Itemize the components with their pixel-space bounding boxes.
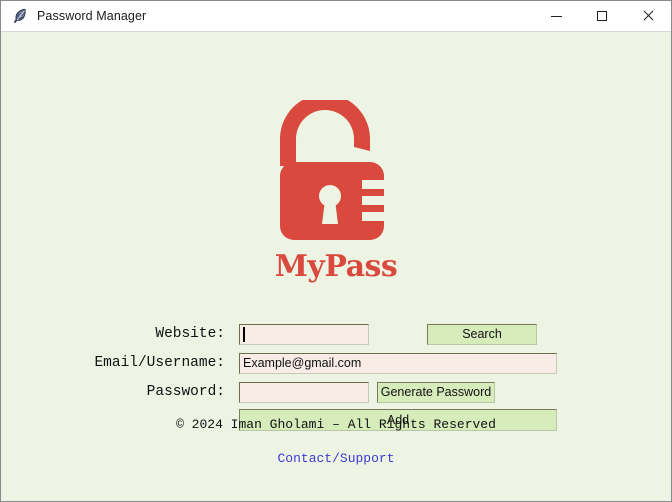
email-row: Email/Username: Example@gmail.com (43, 351, 591, 375)
client-area: MyPass Website: Search Email/Username: E… (1, 32, 671, 501)
feather-icon (11, 7, 29, 25)
title-bar: Password Manager (1, 1, 671, 32)
minimize-button[interactable] (533, 1, 579, 32)
text-caret (243, 326, 245, 342)
maximize-button[interactable] (579, 1, 625, 32)
website-label: Website: (155, 326, 225, 342)
generate-password-button[interactable]: Generate Password (377, 381, 495, 403)
open-padlock-icon (280, 100, 392, 250)
maximize-icon (597, 11, 607, 21)
logo-wordmark: MyPass (274, 249, 398, 284)
footer: © 2024 Iman Gholami – All Rights Reserve… (1, 417, 671, 467)
website-row: Website: Search (43, 322, 591, 346)
close-button[interactable] (625, 1, 671, 32)
window-controls (533, 1, 671, 32)
app-logo: MyPass (1, 100, 671, 282)
copyright-text: © 2024 Iman Gholami – All Rights Reserve… (176, 417, 496, 432)
contact-support-link[interactable]: Contact/Support (277, 451, 394, 466)
password-row: Password: Generate Password (43, 380, 591, 404)
minimize-icon (550, 15, 562, 17)
close-icon (642, 10, 654, 22)
window-title: Password Manager (37, 9, 147, 23)
search-button[interactable]: Search (427, 323, 537, 345)
application-window: Password Manager MyPass Website: Search … (0, 0, 672, 502)
email-input[interactable]: Example@gmail.com (239, 352, 557, 374)
email-label: Email/Username: (94, 355, 225, 371)
password-label: Password: (146, 384, 225, 400)
email-input-value: Example@gmail.com (243, 356, 362, 370)
password-input[interactable] (239, 381, 369, 403)
website-input[interactable] (239, 323, 369, 345)
